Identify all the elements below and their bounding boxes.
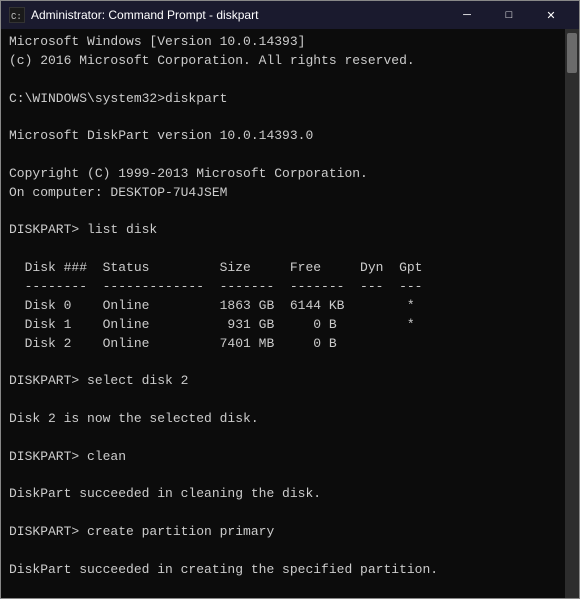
- titlebar-buttons: ─ □ ✕: [447, 4, 571, 26]
- scrollbar-thumb[interactable]: [567, 33, 577, 73]
- minimize-button[interactable]: ─: [447, 4, 487, 26]
- window-title: Administrator: Command Prompt - diskpart: [31, 8, 258, 22]
- console-output[interactable]: Microsoft Windows [Version 10.0.14393] (…: [1, 29, 565, 598]
- cmd-icon-svg: C:: [10, 8, 24, 22]
- cmd-icon: C:: [9, 7, 25, 23]
- close-button[interactable]: ✕: [531, 4, 571, 26]
- maximize-button[interactable]: □: [489, 4, 529, 26]
- console-area: Microsoft Windows [Version 10.0.14393] (…: [1, 29, 579, 598]
- svg-text:C:: C:: [11, 12, 22, 22]
- scrollbar[interactable]: [565, 29, 579, 598]
- titlebar: C: Administrator: Command Prompt - diskp…: [1, 1, 579, 29]
- titlebar-left: C: Administrator: Command Prompt - diskp…: [9, 7, 258, 23]
- window: C: Administrator: Command Prompt - diskp…: [0, 0, 580, 599]
